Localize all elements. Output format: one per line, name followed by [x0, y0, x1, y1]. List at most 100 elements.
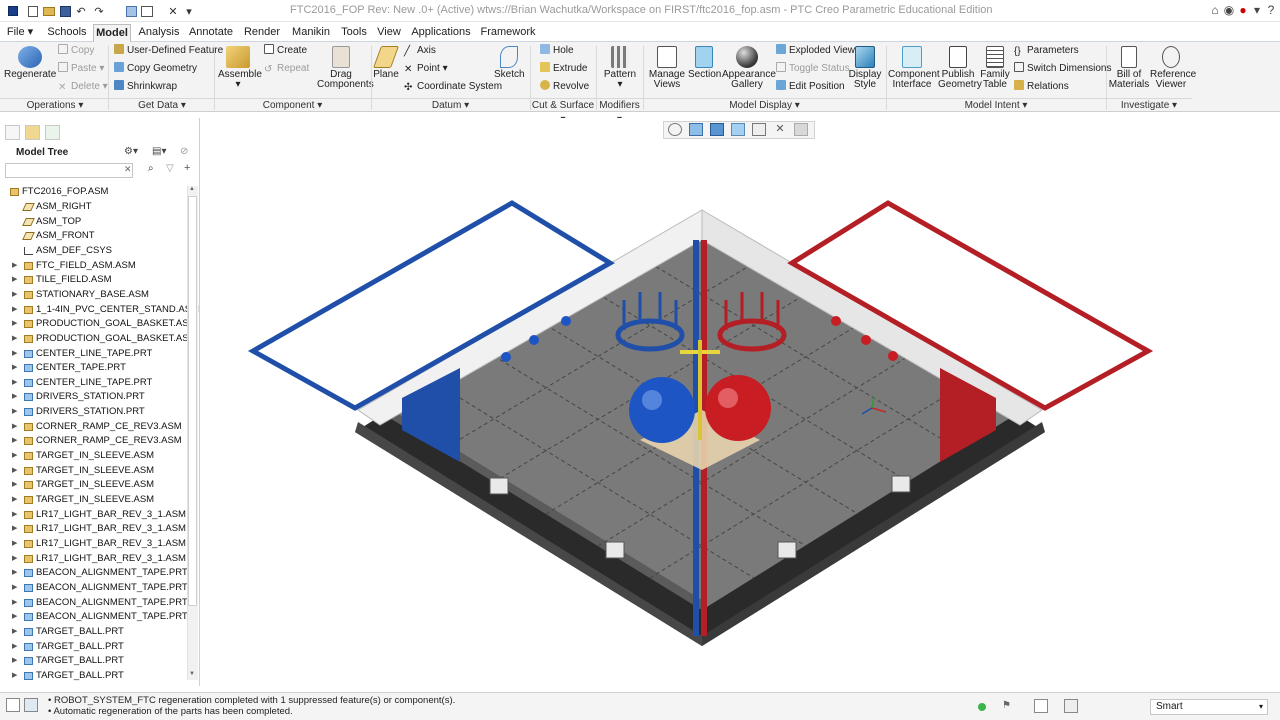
zoom-out-icon[interactable] [710, 123, 724, 136]
tree-search-input[interactable] [5, 163, 133, 178]
group-model-display[interactable]: Model Display ▾ [643, 98, 886, 112]
revolve-button[interactable]: Revolve [540, 80, 589, 94]
help-icon[interactable]: ⌂ [1208, 3, 1222, 17]
tree-item[interactable]: ▶ DRIVERS_STATION.PRT [0, 405, 186, 419]
expand-icon[interactable]: ▶ [12, 317, 20, 331]
datum-display-icon[interactable]: ✕ [773, 123, 787, 136]
expand-icon[interactable]: ▶ [12, 522, 20, 536]
expand-icon[interactable]: ▶ [12, 405, 20, 419]
expand-icon[interactable]: ▶ [12, 449, 20, 463]
selection-filter-select[interactable]: Smart ▾ [1150, 699, 1268, 715]
tree-item[interactable]: ▶ LR17_LIGHT_BAR_REV_3_1.ASM [0, 508, 186, 522]
expand-icon[interactable]: ▶ [12, 288, 20, 302]
point-button[interactable]: ✕ Point ▾ [404, 62, 448, 76]
field-model[interactable] [201, 118, 1280, 686]
tree-item[interactable]: ▶ CORNER_RAMP_CE_REV3.ASM [0, 434, 186, 448]
customize-icon[interactable]: ▾ [182, 4, 196, 18]
expand-icon[interactable]: ▶ [12, 566, 20, 580]
tree-item[interactable]: ▶ STATIONARY_BASE.ASM [0, 288, 186, 302]
expand-icon[interactable]: ▶ [12, 390, 20, 404]
pattern-button[interactable]: Pattern ▾ [602, 46, 638, 90]
copy-geometry-button[interactable]: Copy Geometry [114, 62, 197, 76]
relations-button[interactable]: Relations [1014, 80, 1069, 94]
tree-item[interactable]: ▶ TARGET_IN_SLEEVE.ASM [0, 493, 186, 507]
minimize-icon[interactable]: ▾ [1250, 3, 1264, 17]
tab-analysis[interactable]: Analysis [134, 24, 184, 42]
spin-center-icon[interactable] [794, 123, 808, 136]
add-filter-icon[interactable]: + [184, 162, 190, 174]
toggle-status-button[interactable]: Toggle Status [776, 62, 850, 76]
group-model-intent[interactable]: Model Intent ▾ [886, 98, 1106, 112]
scroll-up-icon[interactable]: ▲ [189, 186, 195, 192]
tree-item[interactable]: ▶ TILE_FIELD.ASM [0, 273, 186, 287]
browser-toggle-icon[interactable] [24, 698, 38, 712]
section-button[interactable]: Section [688, 46, 721, 80]
tree-item[interactable]: ▶ TARGET_IN_SLEEVE.ASM [0, 478, 186, 492]
tab-framework[interactable]: Framework [478, 24, 538, 42]
tree-scroll-thumb[interactable] [188, 196, 197, 606]
repeat-button[interactable]: ↺ Repeat [264, 62, 309, 76]
repaint-icon[interactable] [731, 123, 745, 136]
axis-button[interactable]: ╱ Axis [404, 44, 436, 58]
group-get-data[interactable]: Get Data ▾ [110, 98, 214, 112]
tree-item[interactable]: ▶ LR17_LIGHT_BAR_REV_3_1.ASM [0, 522, 186, 536]
tree-settings-icon[interactable]: ⚙▾ [124, 146, 138, 157]
tree-item[interactable]: ▶ CENTER_LINE_TAPE.PRT [0, 376, 186, 390]
save-icon[interactable] [58, 4, 72, 18]
tree-item[interactable]: ▶ BEACON_ALIGNMENT_TAPE.PRT [0, 581, 188, 595]
stop-icon[interactable]: ● [1236, 3, 1250, 17]
paste-button[interactable]: Paste ▾ [58, 62, 104, 76]
display-style-button[interactable]: Display Style [846, 46, 884, 90]
expand-icon[interactable]: ▶ [12, 361, 20, 375]
saved-views-icon[interactable] [752, 123, 766, 136]
expand-icon[interactable]: ▶ [12, 654, 20, 668]
tab-view[interactable]: View [374, 24, 404, 42]
regenerate-button[interactable]: Regenerate [4, 46, 56, 80]
close-window-icon[interactable]: ✕ [166, 4, 180, 18]
expand-icon[interactable]: ▶ [12, 464, 20, 478]
expand-icon[interactable]: ▶ [12, 332, 20, 346]
tree-item[interactable]: ▶ LR17_LIGHT_BAR_REV_3_1.ASM [0, 537, 186, 551]
new-icon[interactable] [26, 4, 40, 18]
tree-item[interactable]: ▶ TARGET_IN_SLEEVE.ASM [0, 464, 186, 478]
group-investigate[interactable]: Investigate ▾ [1106, 98, 1192, 112]
tab-render[interactable]: Render [240, 24, 284, 42]
expand-icon[interactable]: ▶ [12, 640, 20, 654]
expand-icon[interactable]: ▶ [12, 273, 20, 287]
tab-model[interactable]: Model [93, 24, 131, 43]
expand-icon[interactable]: ▶ [12, 581, 20, 595]
tab-file[interactable]: File ▾ [4, 24, 36, 42]
tree-item[interactable]: ASM_DEF_CSYS [0, 244, 186, 258]
redo-icon[interactable]: ↷ [92, 4, 106, 18]
tree-item[interactable]: ▶ TARGET_BALL.PRT [0, 654, 186, 668]
expand-icon[interactable]: ▶ [12, 376, 20, 390]
expand-icon[interactable]: ▶ [12, 610, 20, 624]
tree-item[interactable]: ▶ BEACON_ALIGNMENT_TAPE.PRT [0, 610, 188, 624]
parameters-button[interactable]: {} Parameters [1014, 44, 1079, 58]
reference-viewer-button[interactable]: Reference Viewer [1150, 46, 1196, 90]
tree-item[interactable]: ASM_TOP [0, 215, 186, 229]
tree-item[interactable]: ▶ LR17_LIGHT_BAR_REV_3_1.ASM [0, 552, 186, 566]
tree-root[interactable]: FTC2016_FOP.ASM [0, 185, 186, 199]
tree-item[interactable]: ▶ CORNER_RAMP_CE_REV3.ASM [0, 420, 186, 434]
sketch-button[interactable]: Sketch [494, 46, 525, 80]
show-icon[interactable]: ▤▾ [152, 146, 166, 157]
assemble-button[interactable]: Assemble ▾ [218, 46, 262, 90]
select-tool-icon[interactable] [1034, 699, 1048, 713]
folder-browser-tab-icon[interactable] [25, 125, 40, 140]
expand-icon[interactable]: ▶ [12, 508, 20, 522]
regeneration-status-icon[interactable] [978, 703, 986, 711]
tab-schools[interactable]: Schools [44, 24, 90, 42]
tree-item[interactable]: ▶ 1_1-4IN_PVC_CENTER_STAND.ASM [0, 303, 199, 317]
edit-position-button[interactable]: Edit Position [776, 80, 845, 94]
appearance-gallery-button[interactable]: Appearance Gallery [722, 46, 776, 90]
settings-icon[interactable]: ◉ [1222, 3, 1236, 17]
publish-geometry-button[interactable]: Publish Geometry [938, 46, 982, 90]
full-screen-icon[interactable] [1064, 699, 1078, 713]
favorites-tab-icon[interactable] [45, 125, 60, 140]
filter-icon[interactable]: ▽ [166, 163, 174, 174]
model-tree-tab-icon[interactable] [5, 125, 20, 140]
help-question-icon[interactable]: ? [1264, 3, 1278, 17]
bill-of-materials-button[interactable]: Bill of Materials [1108, 46, 1150, 90]
open-icon[interactable] [42, 4, 56, 18]
